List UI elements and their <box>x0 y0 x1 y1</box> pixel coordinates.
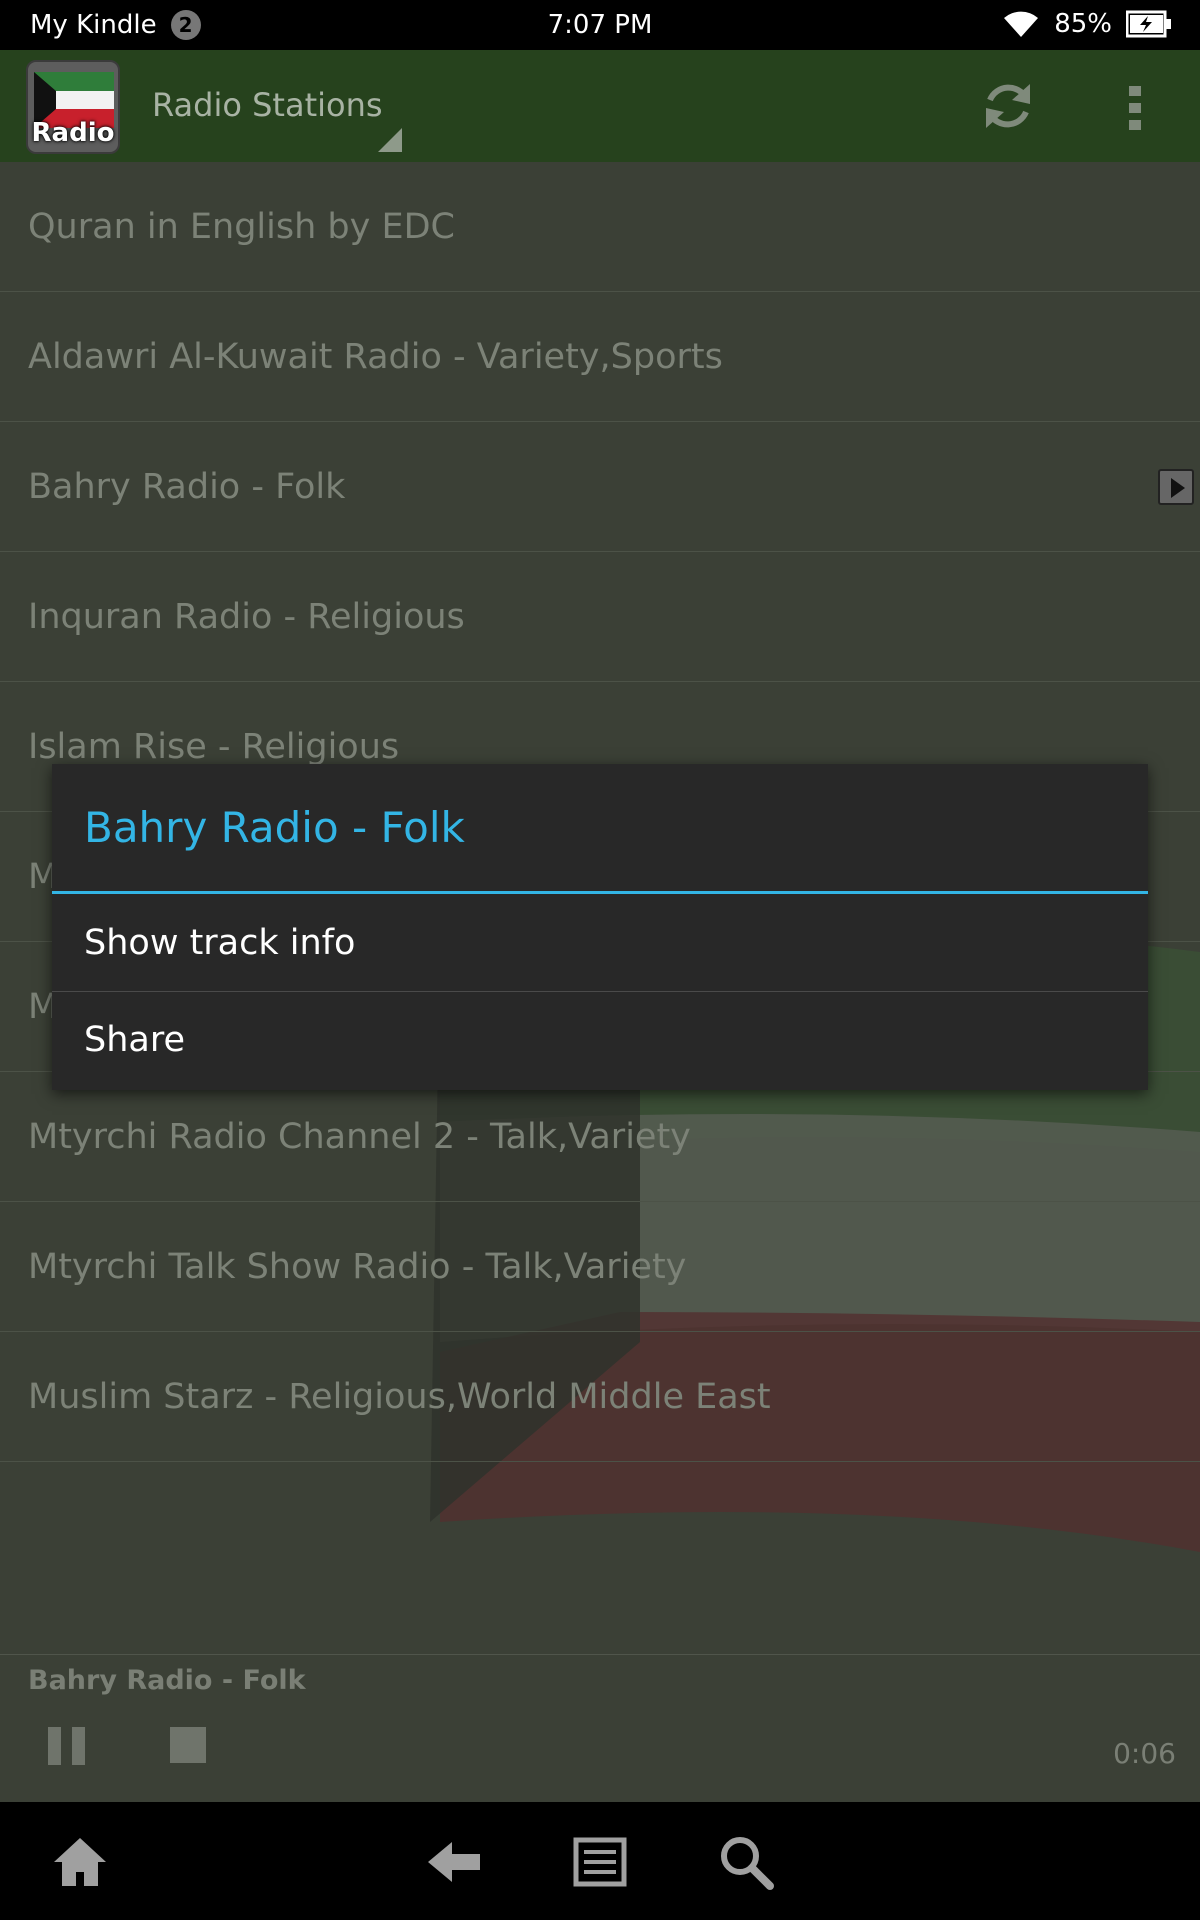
menu-icon[interactable] <box>570 1832 630 1892</box>
station-label: Mtyrchi Radio Channel 2 - Talk,Variety <box>28 1116 691 1157</box>
show-track-info-option[interactable]: Show track info <box>52 894 1148 991</box>
spinner-arrow-icon <box>378 128 402 152</box>
now-playing-indicator-icon <box>1158 468 1194 505</box>
search-icon[interactable] <box>716 1832 776 1892</box>
station-label: Islam Rise - Religious <box>28 726 400 767</box>
context-menu-dialog: Bahry Radio - Folk Show track info Share <box>52 764 1148 1090</box>
now-playing-title: Bahry Radio - Folk <box>28 1665 306 1696</box>
station-item[interactable]: Inquran Radio - Religious <box>0 552 1200 682</box>
app-icon[interactable]: Radio <box>26 60 120 154</box>
station-item[interactable]: Muslim Starz - Religious,World Middle Ea… <box>0 1332 1200 1462</box>
station-item[interactable]: Quran in English by EDC <box>0 162 1200 292</box>
refresh-icon[interactable] <box>978 76 1038 136</box>
station-label: Quran in English by EDC <box>28 206 455 247</box>
navigation-bar <box>0 1802 1200 1920</box>
station-item[interactable]: Bahry Radio - Folk <box>0 422 1200 552</box>
station-label: Muslim Starz - Religious,World Middle Ea… <box>28 1376 771 1417</box>
station-item[interactable]: Mtyrchi Radio Channel 2 - Talk,Variety <box>0 1072 1200 1202</box>
station-label: Aldawri Al-Kuwait Radio - Variety,Sports <box>28 336 723 377</box>
station-label: Inquran Radio - Religious <box>28 596 465 637</box>
title-spinner[interactable]: Radio Stations <box>152 86 383 124</box>
wifi-icon <box>1004 11 1039 37</box>
station-item[interactable]: Aldawri Al-Kuwait Radio - Variety,Sports <box>0 292 1200 422</box>
station-label: Bahry Radio - Folk <box>28 466 346 507</box>
dialog-title: Bahry Radio - Folk <box>52 764 1148 894</box>
battery-charging-icon <box>1126 10 1171 38</box>
overflow-menu-icon[interactable] <box>1120 82 1150 134</box>
status-bar: My Kindle 2 7:07 PM 85% <box>0 0 1200 50</box>
now-playing-bar: Bahry Radio - Folk 0:06 <box>0 1654 1200 1802</box>
app-icon-label: Radio <box>31 118 115 148</box>
stop-icon[interactable] <box>170 1727 206 1763</box>
station-item[interactable]: Mtyrchi Talk Show Radio - Talk,Variety <box>0 1202 1200 1332</box>
back-icon[interactable] <box>424 1832 484 1892</box>
station-label: Mtyrchi Talk Show Radio - Talk,Variety <box>28 1246 687 1287</box>
battery-level: 85% <box>1054 9 1112 39</box>
share-option[interactable]: Share <box>52 991 1148 1088</box>
elapsed-time: 0:06 <box>1113 1737 1176 1770</box>
pause-icon[interactable] <box>48 1727 88 1765</box>
home-icon[interactable] <box>50 1832 110 1892</box>
